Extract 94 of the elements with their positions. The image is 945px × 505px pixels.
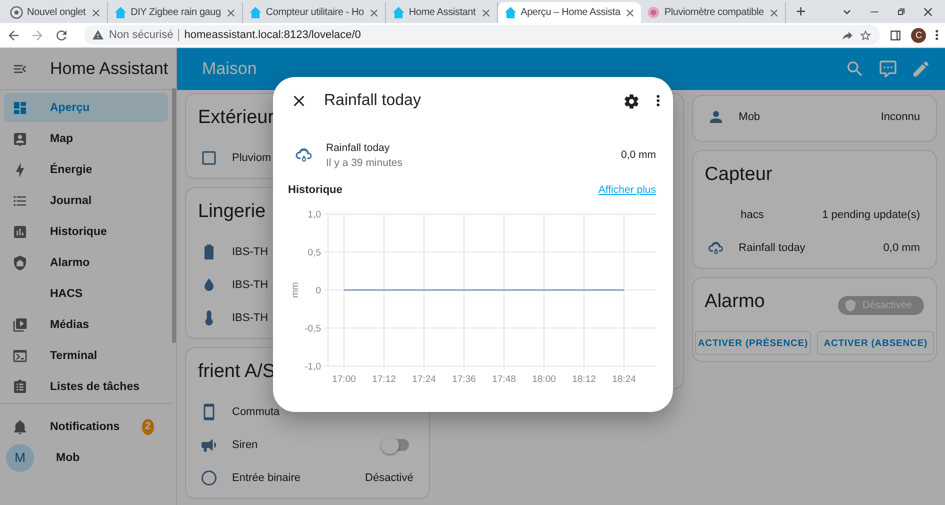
axis-tick-label: -0,5 — [304, 324, 321, 334]
axis-tick-label: 17:24 — [412, 374, 436, 385]
settings-icon — [622, 92, 640, 110]
card-title: Lingerie — [198, 201, 266, 224]
sidebar-item[interactable]: Alarmo — [4, 248, 168, 277]
reload-icon[interactable] — [54, 28, 69, 42]
url-text: homeassistant.local:8123/lovelace/0 — [184, 29, 361, 41]
entity-name: Rainfall today — [738, 242, 806, 254]
sidebar-item[interactable]: Médias — [4, 310, 168, 339]
page-title: Maison — [202, 59, 258, 79]
axis-tick-label: 17:36 — [452, 374, 476, 385]
dialog-title: Rainfall today — [324, 92, 422, 110]
axis-tick-label: 18:24 — [612, 374, 636, 385]
axis-tick-label: 0 — [316, 286, 321, 296]
checkbox-icon — [200, 148, 218, 166]
warning-icon — [92, 29, 104, 41]
person-badge-icon — [12, 130, 28, 146]
entity-name: Pluviom — [232, 152, 272, 164]
site-logo-icon — [647, 6, 660, 19]
notification-count: 2 — [142, 418, 154, 434]
axis-tick-label: 17:48 — [492, 374, 516, 385]
axis-tick-label: 17:00 — [332, 374, 356, 385]
globe-icon — [10, 6, 23, 19]
axis-tick-label: 17:12 — [372, 374, 396, 385]
entity-state: Désactivé — [365, 472, 414, 484]
shield-icon — [844, 299, 857, 312]
more-button[interactable] — [656, 95, 660, 107]
sidebar-item[interactable]: Historique — [4, 217, 168, 246]
entity-state: 0,0 mm — [620, 149, 656, 161]
axis-tick-label: 18:12 — [572, 374, 596, 385]
entity-name: IBS-TH — [232, 246, 268, 258]
restore-icon[interactable] — [895, 6, 907, 18]
notifications-item[interactable]: Notifications 2 — [4, 412, 168, 441]
user-avatar: M — [6, 444, 34, 472]
entity-name: Entrée binaire — [232, 472, 300, 484]
sidebar-item[interactable]: Listes de tâches — [4, 372, 168, 401]
entity-state: Inconnu — [880, 110, 920, 122]
app-title: Home Assistant — [50, 58, 168, 78]
sidebar-item[interactable]: Terminal — [4, 341, 168, 370]
axis-tick-label: 1,0 — [308, 210, 321, 220]
sidebar-item[interactable]: HACS — [4, 279, 168, 308]
clipboard-icon — [12, 378, 28, 394]
side-panel-icon[interactable] — [889, 28, 902, 42]
last-changed: Il y a 39 minutes — [326, 156, 404, 168]
new-tab-button[interactable]: + — [792, 2, 810, 23]
sidebar-item[interactable]: Map — [4, 124, 168, 153]
toggle-switch[interactable] — [383, 438, 410, 450]
entity-state: 1 pending update(s) — [822, 208, 920, 220]
more-icon[interactable] — [935, 30, 939, 40]
entity-name: Commuta — [232, 406, 280, 418]
house-icon — [392, 6, 405, 19]
entity-name: IBS-TH — [232, 312, 268, 324]
card-title: Capteur — [704, 164, 772, 187]
bell-icon — [12, 418, 28, 434]
entity-name: hacs — [740, 208, 764, 220]
back-icon[interactable] — [6, 28, 21, 42]
play-icon — [12, 316, 28, 332]
entity-name: Rainfall today — [326, 142, 391, 154]
browser-tab[interactable]: Aperçu – Home Assista — [498, 2, 642, 23]
more-icon — [656, 95, 660, 107]
settings-button[interactable] — [622, 92, 640, 110]
entity-name: Siren — [232, 438, 258, 450]
house-icon — [114, 6, 127, 19]
close-icon[interactable] — [90, 6, 102, 18]
axis-title: mm — [290, 282, 301, 298]
card-title: frient A/S — [198, 361, 276, 384]
bar-chart-icon — [12, 224, 28, 240]
card-title: Extérieur — [198, 107, 274, 130]
shield-icon — [12, 254, 28, 270]
axis-tick-label: 0,5 — [308, 248, 321, 258]
close-icon[interactable] — [480, 6, 492, 18]
axis-tick-label: 18:00 — [532, 374, 556, 385]
dashboard-icon — [12, 100, 28, 116]
scrollbar[interactable] — [172, 88, 176, 343]
close-icon[interactable] — [624, 6, 636, 18]
profile-avatar[interactable]: C — [911, 28, 926, 42]
entity-name: IBS-TH — [232, 278, 268, 290]
terminal-icon — [12, 348, 28, 364]
sidebar-item[interactable]: Journal — [4, 186, 168, 215]
address-bar[interactable]: Non sécurisé homeassistant.local:8123/lovelace/0 — [84, 25, 880, 45]
house-icon — [248, 6, 262, 19]
close-icon[interactable] — [224, 6, 237, 18]
star-icon[interactable] — [859, 28, 872, 42]
security-label: Non sécurisé — [109, 29, 174, 41]
user-item[interactable]: M Mob — [4, 443, 168, 472]
close-icon[interactable] — [368, 6, 380, 18]
axis-tick-label: -1,0 — [304, 362, 321, 372]
entity-state: 0,0 mm — [883, 242, 920, 254]
close-icon[interactable] — [768, 6, 780, 18]
card-title: Alarmo — [704, 291, 765, 314]
sidebar-item[interactable]: Énergie — [4, 155, 168, 184]
entity-name: Mob — [738, 110, 760, 122]
house-icon — [504, 6, 517, 19]
section-title: Historique — [288, 184, 342, 196]
